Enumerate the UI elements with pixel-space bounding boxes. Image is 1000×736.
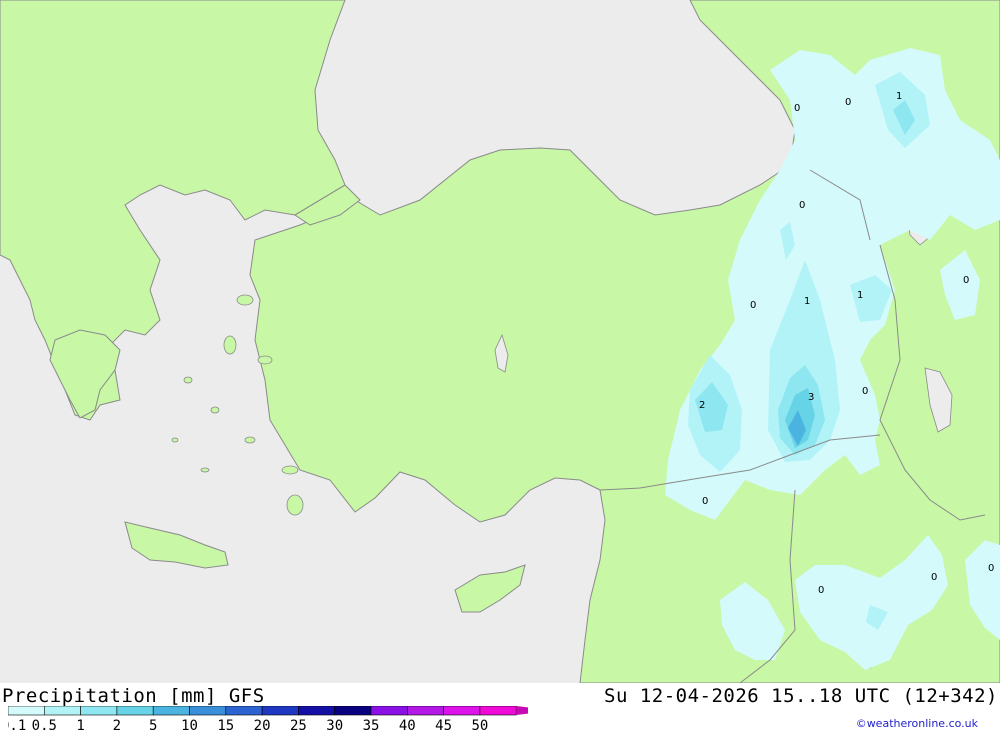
legend-swatch [189,706,227,716]
contour-label: 0 [799,200,805,211]
precipitation-map: 0 0 1 0 0 0 1 1 2 3 0 0 0 0 0 [0,0,1000,683]
contour-label: 1 [804,296,810,307]
contour-label: 0 [794,103,800,114]
legend-label: 15 [217,718,234,734]
contour-label: 0 [862,386,868,397]
legend-label: 50 [471,718,488,734]
contour-label: 3 [808,392,814,403]
legend-swatch [225,706,263,716]
product-title: Precipitation [mm] GFS [2,685,265,707]
legend-label: 40 [399,718,416,734]
contour-label: 0 [845,97,851,108]
contour-label: 0 [750,300,756,311]
legend-swatch [479,706,517,716]
legend-swatch [334,706,372,716]
legend-label: 30 [326,718,343,734]
legend-swatch [80,706,118,716]
legend-swatch [116,706,154,716]
legend-label: 1 [76,718,84,734]
contour-label: 0 [931,572,937,583]
contour-label: 1 [896,91,902,102]
legend-label: 25 [290,718,307,734]
legend-swatch [370,706,408,716]
contour-label: 0 [818,585,824,596]
color-legend: 0.10.5125101520253035404550 [8,706,528,734]
credit-link[interactable]: ©weatheronline.co.uk [856,717,978,730]
legend-arrow [516,706,528,715]
legend-swatch [8,706,45,716]
contour-label: 1 [857,290,863,301]
legend-label: 2 [113,718,121,734]
legend-label: 45 [435,718,452,734]
legend-label: 0.1 [8,718,26,734]
legend-label: 20 [254,718,271,734]
contour-label: 0 [702,496,708,507]
legend-swatch [152,706,190,716]
legend-swatch [406,706,444,716]
valid-time: Su 12-04-2026 15..18 UTC (12+342) [604,685,998,707]
legend-label: 35 [363,718,380,734]
legend-label: 5 [149,718,157,734]
contour-label: 2 [699,400,705,411]
map-footer: Precipitation [mm] GFS Su 12-04-2026 15.… [0,683,1000,734]
legend-label: 10 [181,718,198,734]
legend-swatch [261,706,299,716]
legend-swatch [443,706,481,716]
legend-swatch [43,706,81,716]
legend-swatch [298,706,335,716]
contour-label: 0 [963,275,969,286]
legend-label: 0.5 [32,718,57,734]
contour-label: 0 [988,563,994,574]
